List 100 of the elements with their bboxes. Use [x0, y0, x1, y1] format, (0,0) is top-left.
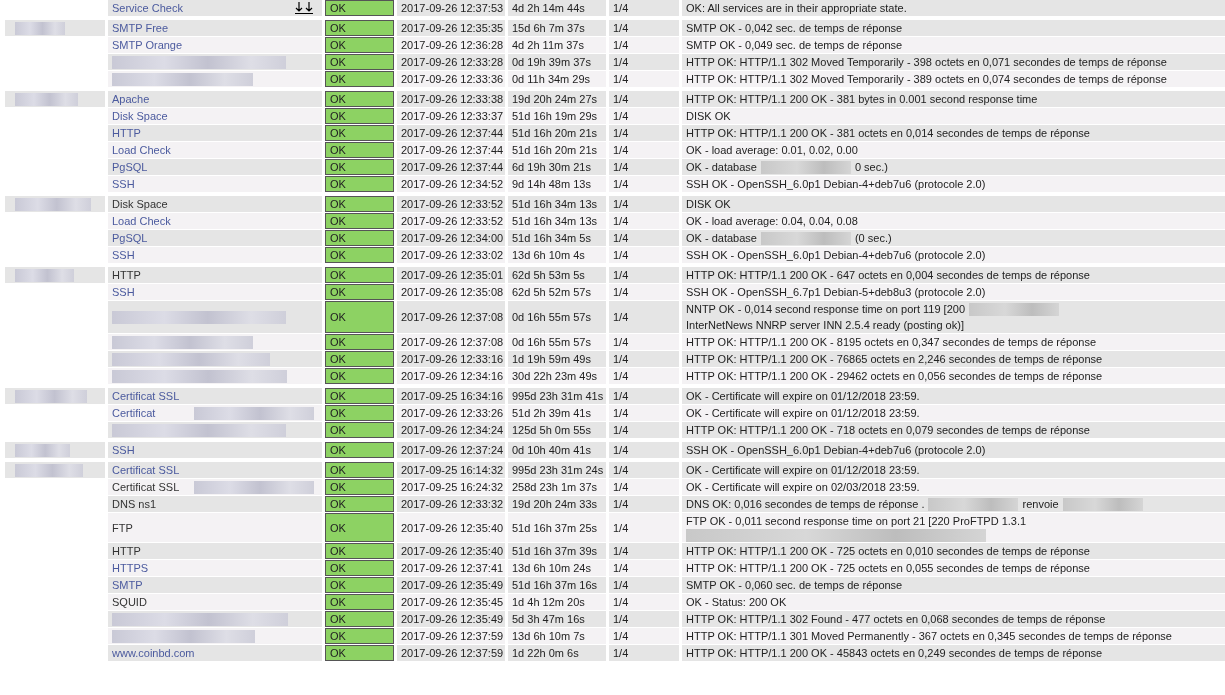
- attempt: 1/4: [613, 286, 629, 298]
- attempt: 1/4: [613, 269, 629, 281]
- service-link[interactable]: DNS ns1: [112, 498, 157, 510]
- service-link[interactable]: HTTPS: [112, 562, 149, 574]
- duration: 51d 16h 19m 29s: [512, 110, 597, 122]
- status-info: OK - Status: 200 OK: [686, 595, 787, 610]
- status-badge: OK: [325, 513, 394, 542]
- duration: 51d 16h 20m 21s: [512, 127, 597, 139]
- service-link[interactable]: FTP: [112, 521, 133, 534]
- status-badge: OK: [325, 230, 394, 246]
- status-info: OK: All services are in their appropriate state.: [686, 1, 907, 16]
- attempt: 1/4: [613, 370, 629, 382]
- duration: 62d 5h 53m 5s: [512, 269, 585, 281]
- service-link[interactable]: SSH: [112, 178, 135, 190]
- service-link[interactable]: Certificat: [112, 407, 156, 419]
- attempt: 1/4: [613, 110, 629, 122]
- attempt: 1/4: [613, 596, 629, 608]
- duration: 0d 16h 55m 57s: [512, 311, 591, 323]
- duration: 0d 16h 55m 57s: [512, 336, 591, 348]
- last-check: 2017-09-26 12:37:44: [401, 127, 504, 139]
- attempt: 1/4: [613, 215, 629, 227]
- status-badge: OK: [325, 196, 394, 212]
- status-badge: OK: [325, 577, 394, 593]
- last-check: 2017-09-26 12:33:36: [401, 73, 504, 85]
- status-badge: OK: [325, 301, 394, 333]
- attempt: 1/4: [613, 562, 629, 574]
- duration: 19d 20h 24m 27s: [512, 93, 597, 105]
- status-badge: OK: [325, 543, 394, 559]
- status-info: SSH OK - OpenSSH_6.7p1 Debian-5+deb8u3 (protocole 2.0): [686, 285, 986, 300]
- sort-arrows-icon[interactable]: [294, 2, 314, 14]
- status-info: HTTP OK: HTTP/1.1 200 OK - 76865 octets en 2,246 secondes de temps de réponse: [686, 352, 1103, 367]
- last-check: 2017-09-26 12:33:32: [401, 498, 504, 510]
- last-check: 2017-09-26 12:34:16: [401, 370, 504, 382]
- last-check: 2017-09-26 12:36:28: [401, 39, 504, 51]
- last-check: 2017-09-26 12:35:35: [401, 22, 504, 34]
- service-link[interactable]: SQUID: [112, 596, 147, 608]
- status-badge: OK: [325, 611, 394, 627]
- last-check: 2017-09-26 12:37:08: [401, 311, 504, 323]
- duration: 0d 10h 40m 41s: [512, 444, 591, 456]
- attempt: 1/4: [613, 22, 629, 34]
- redacted-block: [15, 463, 83, 477]
- status-badge: OK: [325, 334, 394, 350]
- status-info: SSH OK - OpenSSH_6.0p1 Debian-4+deb7u6 (protocole 2.0): [686, 177, 986, 192]
- redacted-block: [15, 389, 87, 403]
- service-link[interactable]: HTTP: [112, 269, 141, 281]
- last-check: 2017-09-26 12:33:37: [401, 110, 504, 122]
- status-badge: OK: [325, 267, 394, 283]
- service-link[interactable]: SSH: [112, 444, 135, 456]
- duration: 51d 16h 37m 39s: [512, 545, 597, 557]
- status-info: OK - Certificate will expire on 02/03/2018 23:59.: [686, 480, 920, 495]
- attempt: 1/4: [613, 198, 629, 210]
- attempt: 1/4: [613, 39, 629, 51]
- status-info: HTTP OK: HTTP/1.1 302 Moved Temporarily - 398 octets en 0,071 secondes de temps de réponse: [686, 55, 1167, 70]
- service-link[interactable]: PgSQL: [112, 161, 148, 173]
- last-check: 2017-09-26 12:37:24: [401, 444, 504, 456]
- service-link[interactable]: SMTP: [112, 579, 143, 591]
- status-info: SSH OK - OpenSSH_6.0p1 Debian-4+deb7u6 (protocole 2.0): [686, 443, 986, 458]
- duration: 30d 22h 23m 49s: [512, 370, 597, 382]
- attempt: 1/4: [613, 353, 629, 365]
- attempt: 1/4: [613, 647, 629, 659]
- status-info: HTTP OK: HTTP/1.1 200 OK - 29462 octets en 0,056 secondes de temps de réponse: [686, 369, 1103, 384]
- duration: 4d 2h 11m 37s: [512, 39, 584, 51]
- last-check: 2017-09-26 12:34:00: [401, 232, 504, 244]
- duration: 1d 19h 59m 49s: [512, 353, 591, 365]
- last-check: 2017-09-26 12:33:26: [401, 407, 504, 419]
- status-info: OK - database: [686, 231, 757, 246]
- status-badge: OK: [325, 71, 394, 87]
- last-check: 2017-09-26 12:37:53: [401, 2, 504, 14]
- service-link[interactable]: SSH: [112, 286, 135, 298]
- attempt: 1/4: [613, 311, 629, 323]
- service-link[interactable]: SMTP Free: [112, 22, 169, 34]
- duration: 62d 5h 52m 57s: [512, 286, 591, 298]
- attempt: 1/4: [613, 390, 629, 402]
- service-link[interactable]: Disk Space: [112, 110, 168, 122]
- duration: 51d 16h 37m 16s: [512, 579, 597, 591]
- attempt: 1/4: [613, 407, 629, 419]
- attempt: 1/4: [613, 2, 629, 14]
- attempt: 1/4: [613, 630, 629, 642]
- status-info: FTP OK - 0,011 second response time on port 21 [220 ProFTPD 1.3.1: [686, 514, 1027, 529]
- service-link[interactable]: HTTP: [112, 127, 141, 139]
- attempt: 1/4: [613, 178, 629, 190]
- duration: 4d 2h 14m 44s: [512, 2, 585, 14]
- duration: 51d 16h 37m 25s: [512, 521, 597, 534]
- last-check: 2017-09-26 12:33:52: [401, 215, 504, 227]
- attempt: 1/4: [613, 232, 629, 244]
- duration: 125d 5h 0m 55s: [512, 424, 591, 436]
- status-info: DISK OK: [686, 109, 731, 124]
- service-link[interactable]: HTTP: [112, 545, 141, 557]
- attempt: 1/4: [613, 249, 629, 261]
- service-link[interactable]: Disk Space: [112, 198, 168, 210]
- attempt: 1/4: [613, 73, 629, 85]
- last-check: 2017-09-25 16:14:32: [401, 464, 504, 476]
- duration: 258d 23h 1m 37s: [512, 481, 597, 493]
- last-check: 2017-09-25 16:34:16: [401, 390, 504, 402]
- status-info: HTTP OK: HTTP/1.1 200 OK - 718 octets en 0,079 secondes de temps de réponse: [686, 423, 1090, 438]
- service-link[interactable]: PgSQL: [112, 232, 148, 244]
- service-link[interactable]: SSH: [112, 249, 135, 261]
- duration: 51d 16h 34m 13s: [512, 198, 597, 210]
- service-link[interactable]: Apache: [112, 93, 150, 105]
- last-check: 2017-09-26 12:33:16: [401, 353, 504, 365]
